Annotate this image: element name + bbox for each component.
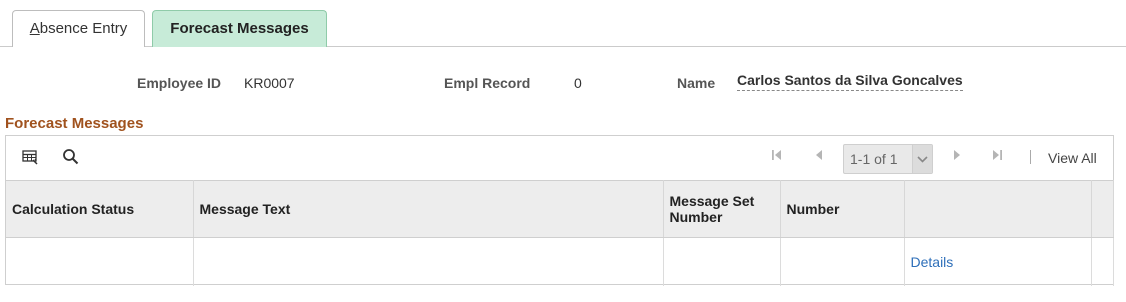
toolbar-divider [1030, 150, 1031, 164]
cell-number [780, 237, 905, 286]
tab-bar: Absence Entry Forecast Messages [0, 0, 1126, 47]
empl-record-value: 0 [574, 75, 582, 91]
column-header-calculation-status[interactable]: Calculation Status [6, 180, 194, 238]
view-all-link[interactable]: View All [1048, 150, 1097, 166]
page-selector[interactable]: 1-1 of 1 [843, 144, 933, 174]
first-page-icon[interactable] [770, 148, 784, 165]
employee-name-link[interactable]: Carlos Santos da Silva Goncalves [737, 72, 963, 91]
messages-table: Calculation Status Message Text Message … [6, 180, 1114, 286]
empl-record-label: Empl Record [444, 75, 531, 91]
next-page-icon[interactable] [950, 148, 964, 165]
section-title: Forecast Messages [5, 115, 144, 132]
column-header-details [904, 180, 1092, 238]
cell-spacer [1091, 237, 1114, 286]
cell-calculation-status [6, 237, 194, 286]
column-header-message-set-number[interactable]: Message Set Number [663, 180, 781, 238]
table-header-row: Calculation Status Message Text Message … [6, 180, 1114, 238]
tab-label: bsence Entry [39, 20, 128, 37]
tab-forecast-messages[interactable]: Forecast Messages [152, 10, 327, 47]
employee-id-value: KR0007 [244, 75, 295, 91]
search-icon[interactable] [62, 148, 82, 168]
tab-label: Forecast Messages [170, 20, 309, 37]
tab-absence-entry[interactable]: Absence Entry [12, 10, 145, 47]
name-label: Name [677, 75, 716, 91]
column-header-number[interactable]: Number [780, 180, 905, 238]
cell-details: Details [904, 237, 1092, 286]
grid-toolbar: 1-1 of 1 View All [6, 136, 1113, 180]
cell-message-text [193, 237, 664, 286]
column-header-spacer [1091, 180, 1114, 238]
previous-page-icon[interactable] [812, 148, 826, 165]
tab-accel-letter: A [29, 20, 40, 37]
table-row: Details [6, 237, 1114, 286]
personalize-icon[interactable] [22, 148, 42, 168]
last-page-icon[interactable] [990, 148, 1004, 165]
cell-message-set-number [663, 237, 781, 286]
chevron-down-icon[interactable] [912, 145, 932, 173]
column-header-message-text[interactable]: Message Text [193, 180, 664, 238]
employee-id-label: Employee ID [137, 75, 222, 91]
forecast-messages-grid: 1-1 of 1 View All Calculation Status Mes… [5, 135, 1114, 286]
page-range-text: 1-1 of 1 [850, 151, 898, 167]
details-link[interactable]: Details [911, 254, 954, 270]
